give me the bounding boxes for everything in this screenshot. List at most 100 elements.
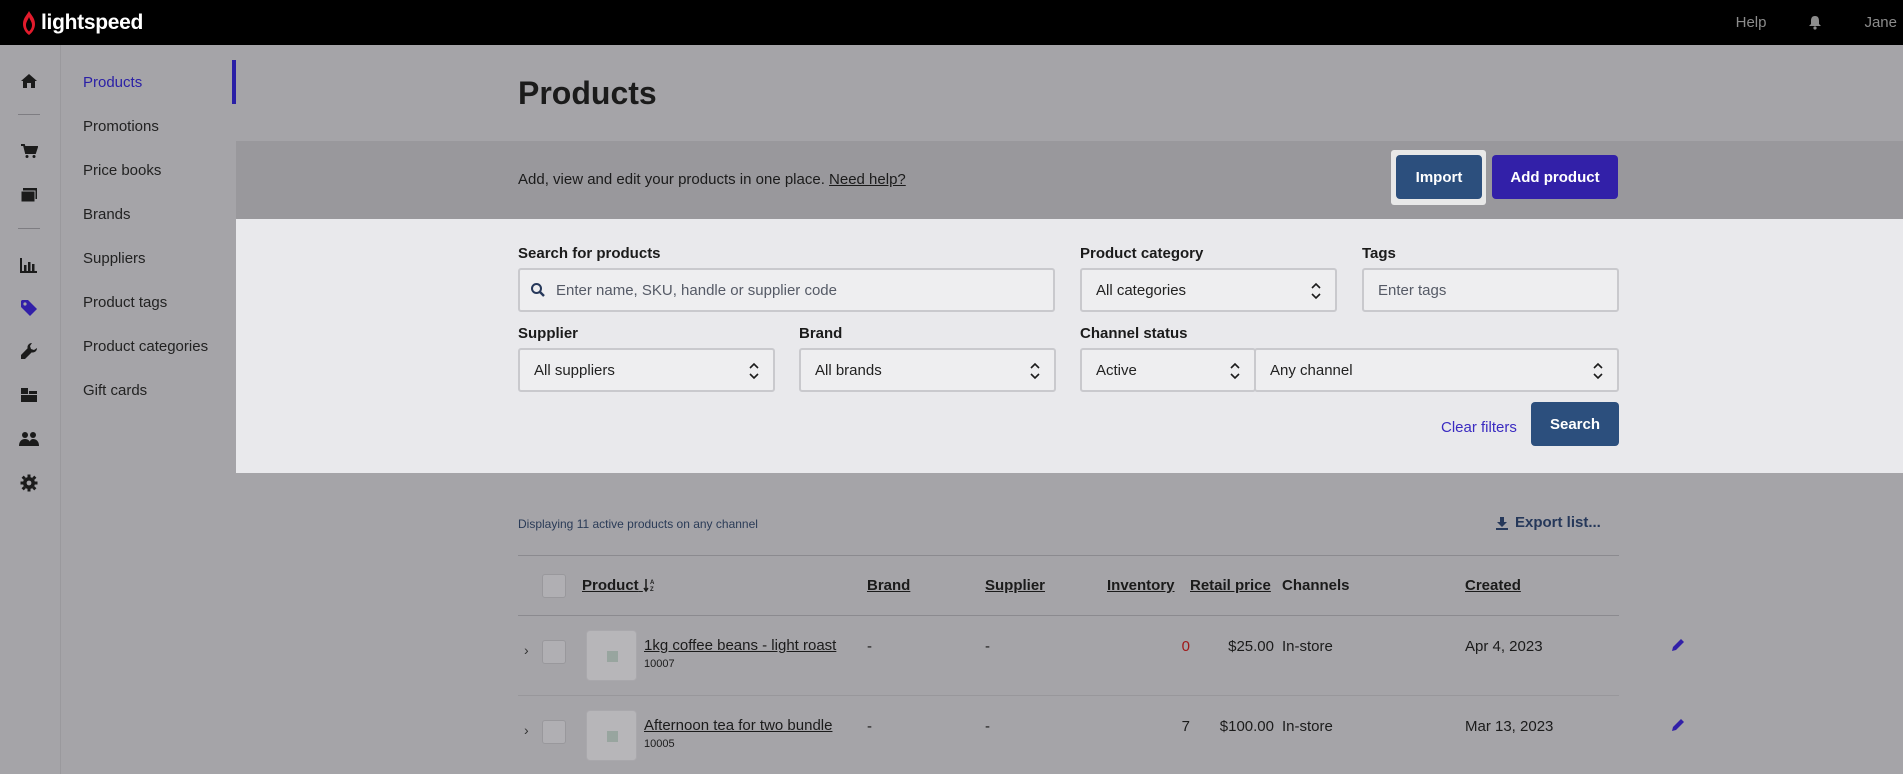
wrench-icon[interactable]	[18, 340, 40, 362]
filters-panel: Search for products Enter name, SKU, han…	[236, 219, 1903, 473]
inventory-icon[interactable]	[18, 384, 40, 406]
product-thumbnail	[586, 630, 637, 681]
supplier-select[interactable]: All suppliers	[518, 348, 775, 392]
channels-cell: In-store	[1282, 718, 1333, 735]
export-label: Export list...	[1515, 514, 1601, 531]
brand-cell: -	[867, 638, 872, 655]
select-arrows-icon	[1030, 362, 1040, 380]
lightspeed-logo-icon	[23, 10, 35, 35]
channel-status-label: Channel status	[1080, 325, 1188, 342]
status-value: Active	[1096, 361, 1137, 379]
export-list-button[interactable]: Export list...	[1495, 514, 1601, 531]
icon-rail	[0, 45, 60, 774]
table-row[interactable]: › 1kg coffee beans - light roast 10007 -…	[518, 616, 1684, 696]
column-supplier[interactable]: Supplier	[985, 577, 1045, 594]
category-select[interactable]: All categories	[1080, 268, 1337, 312]
status-select[interactable]: Active	[1080, 348, 1256, 392]
select-arrows-icon	[1311, 282, 1321, 300]
search-button[interactable]: Search	[1531, 402, 1619, 446]
search-placeholder: Enter name, SKU, handle or supplier code	[556, 281, 837, 299]
products-subnav: Products Promotions Price books Brands S…	[60, 45, 236, 774]
subnav-item-gift-cards[interactable]: Gift cards	[83, 382, 147, 399]
inventory-cell: 7	[1181, 718, 1190, 735]
brand-value: All brands	[815, 361, 882, 379]
supplier-cell: -	[985, 638, 990, 655]
select-arrows-icon	[749, 362, 759, 380]
download-icon	[1496, 516, 1508, 530]
page-banner: Add, view and edit your products in one …	[236, 141, 1903, 219]
table-row[interactable]: › Afternoon tea for two bundle 10005 - -…	[518, 696, 1684, 774]
product-list: Displaying 11 active products on any cha…	[236, 473, 1903, 774]
subnav-item-suppliers[interactable]: Suppliers	[83, 250, 146, 267]
category-label: Product category	[1080, 245, 1204, 262]
result-count: Displaying 11 active products on any cha…	[518, 517, 758, 531]
supplier-cell: -	[985, 718, 990, 735]
subnav-item-products[interactable]: Products	[83, 74, 142, 91]
notifications-button[interactable]	[1808, 15, 1822, 30]
top-bar: lightspeed Help Jane	[0, 0, 1903, 45]
register-icon[interactable]	[18, 184, 40, 206]
tags-placeholder: Enter tags	[1378, 281, 1447, 299]
channel-value: Any channel	[1270, 361, 1353, 379]
inventory-cell: 0	[1181, 638, 1190, 655]
reports-icon[interactable]	[18, 254, 40, 276]
subnav-item-product-tags[interactable]: Product tags	[83, 294, 167, 311]
created-cell: Apr 4, 2023	[1465, 638, 1543, 655]
search-icon	[531, 283, 545, 297]
bell-icon	[1809, 16, 1822, 30]
help-link[interactable]: Help	[1736, 14, 1767, 31]
lightspeed-logo[interactable]: lightspeed	[20, 10, 143, 36]
main-content: Products Add, view and edit your product…	[236, 45, 1903, 774]
banner-description: Add, view and edit your products in one …	[518, 171, 825, 188]
expand-chevron-icon[interactable]: ›	[524, 642, 529, 658]
search-input[interactable]: Enter name, SKU, handle or supplier code	[518, 268, 1055, 312]
tags-label: Tags	[1362, 245, 1396, 262]
price-cell: $25.00	[1228, 638, 1274, 655]
price-cell: $100.00	[1219, 718, 1274, 735]
select-arrows-icon	[1230, 362, 1240, 380]
product-thumbnail	[586, 710, 637, 761]
subnav-item-brands[interactable]: Brands	[83, 206, 131, 223]
brand-name: lightspeed	[41, 10, 144, 34]
table-header: Product AZ Brand Supplier Inventory Reta…	[518, 556, 1619, 616]
product-name-link[interactable]: Afternoon tea for two bundle	[644, 717, 832, 734]
supplier-label: Supplier	[518, 325, 579, 342]
customers-icon[interactable]	[18, 428, 40, 450]
subnav-item-product-categories[interactable]: Product categories	[83, 338, 208, 355]
page-title: Products	[518, 75, 657, 111]
brand-select[interactable]: All brands	[799, 348, 1056, 392]
column-brand[interactable]: Brand	[867, 577, 910, 594]
import-button[interactable]: Import	[1396, 155, 1482, 199]
product-sku: 10007	[644, 658, 675, 670]
brand-label: Brand	[799, 325, 843, 342]
tag-icon[interactable]	[18, 297, 40, 319]
edit-pencil-icon[interactable]	[1671, 718, 1685, 732]
brand-cell: -	[867, 718, 872, 735]
home-icon[interactable]	[18, 70, 40, 92]
user-menu[interactable]: Jane	[1864, 14, 1897, 31]
column-created[interactable]: Created	[1465, 577, 1521, 594]
select-all-checkbox[interactable]	[542, 574, 566, 598]
search-label: Search for products	[518, 245, 661, 262]
column-product[interactable]: Product AZ	[582, 577, 656, 594]
svg-text:Z: Z	[650, 587, 654, 592]
need-help-link[interactable]: Need help?	[829, 171, 906, 188]
column-retail-price[interactable]: Retail price	[1190, 577, 1271, 594]
gear-icon[interactable]	[18, 472, 40, 494]
row-checkbox[interactable]	[542, 720, 566, 744]
subnav-item-price-books[interactable]: Price books	[83, 162, 161, 179]
subnav-item-promotions[interactable]: Promotions	[83, 118, 159, 135]
row-checkbox[interactable]	[542, 640, 566, 664]
edit-pencil-icon[interactable]	[1671, 638, 1685, 652]
tags-input[interactable]: Enter tags	[1362, 268, 1619, 312]
product-name-link[interactable]: 1kg coffee beans - light roast	[644, 637, 836, 654]
channel-select[interactable]: Any channel	[1254, 348, 1619, 392]
supplier-value: All suppliers	[534, 361, 615, 379]
sort-icon: AZ	[643, 579, 655, 593]
expand-chevron-icon[interactable]: ›	[524, 722, 529, 738]
add-product-button[interactable]: Add product	[1492, 155, 1618, 199]
clear-filters-link[interactable]: Clear filters	[1441, 419, 1517, 436]
select-arrows-icon	[1593, 362, 1603, 380]
column-inventory[interactable]: Inventory	[1107, 577, 1175, 594]
cart-icon[interactable]	[18, 140, 40, 162]
